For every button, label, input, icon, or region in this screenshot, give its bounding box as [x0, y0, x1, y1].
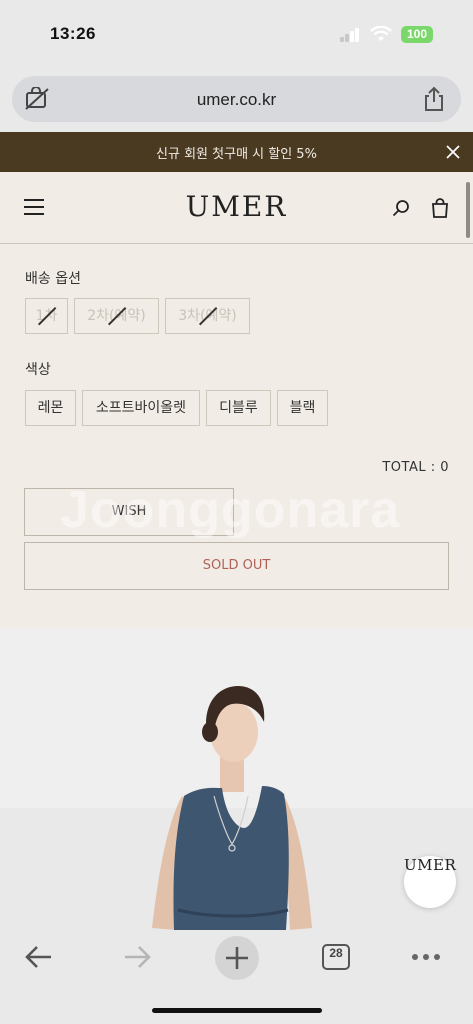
back-arrow-icon[interactable]	[24, 944, 54, 970]
model-photo	[0, 628, 473, 930]
cellular-signal-icon	[340, 28, 360, 42]
umer-chat-button[interactable]: UMER	[404, 856, 456, 908]
search-icon[interactable]	[392, 199, 410, 217]
site-header: UMER	[0, 172, 473, 244]
total-price: TOTAL : 0	[382, 460, 449, 475]
address-bar[interactable]: umer.co.kr	[12, 76, 461, 122]
color-option-black[interactable]: 블랙	[277, 390, 328, 426]
new-tab-button[interactable]	[215, 936, 259, 980]
share-icon[interactable]	[423, 86, 445, 112]
status-time: 13:26	[50, 24, 96, 43]
color-option-lemon[interactable]: 레몬	[25, 390, 76, 426]
product-image	[0, 628, 473, 930]
scrollbar[interactable]	[466, 182, 470, 238]
delivery-option-1[interactable]: 1차	[25, 298, 68, 334]
browser-url-area: umer.co.kr	[0, 72, 473, 132]
delivery-option-label: 배송 옵션	[25, 271, 81, 287]
color-option-soft-violet[interactable]: 소프트바이올렛	[82, 390, 200, 426]
home-indicator	[152, 1008, 322, 1013]
plus-icon	[226, 947, 248, 969]
close-icon[interactable]	[443, 142, 463, 162]
url-text: umer.co.kr	[196, 90, 277, 109]
wish-button[interactable]: WISH	[24, 488, 234, 536]
shopping-bag-icon[interactable]	[431, 198, 449, 218]
promo-text: 신규 회원 첫구매 시 할인 5%	[156, 147, 317, 162]
delivery-option-2[interactable]: 2차(예약)	[74, 298, 159, 334]
tab-count-button[interactable]: 28	[322, 944, 350, 970]
battery-icon: 100	[401, 26, 433, 43]
more-menu-icon[interactable]	[412, 954, 440, 960]
color-option-d-blue[interactable]: 디블루	[206, 390, 271, 426]
status-bar: 13:26 100	[0, 0, 473, 72]
sold-out-button[interactable]: SOLD OUT	[24, 542, 449, 590]
delivery-option-3[interactable]: 3차(예약)	[165, 298, 250, 334]
promo-banner: 신규 회원 첫구매 시 할인 5%	[0, 132, 473, 172]
color-option-label: 색상	[25, 362, 51, 378]
forward-arrow-icon[interactable]	[122, 944, 152, 970]
wifi-icon	[370, 26, 392, 41]
